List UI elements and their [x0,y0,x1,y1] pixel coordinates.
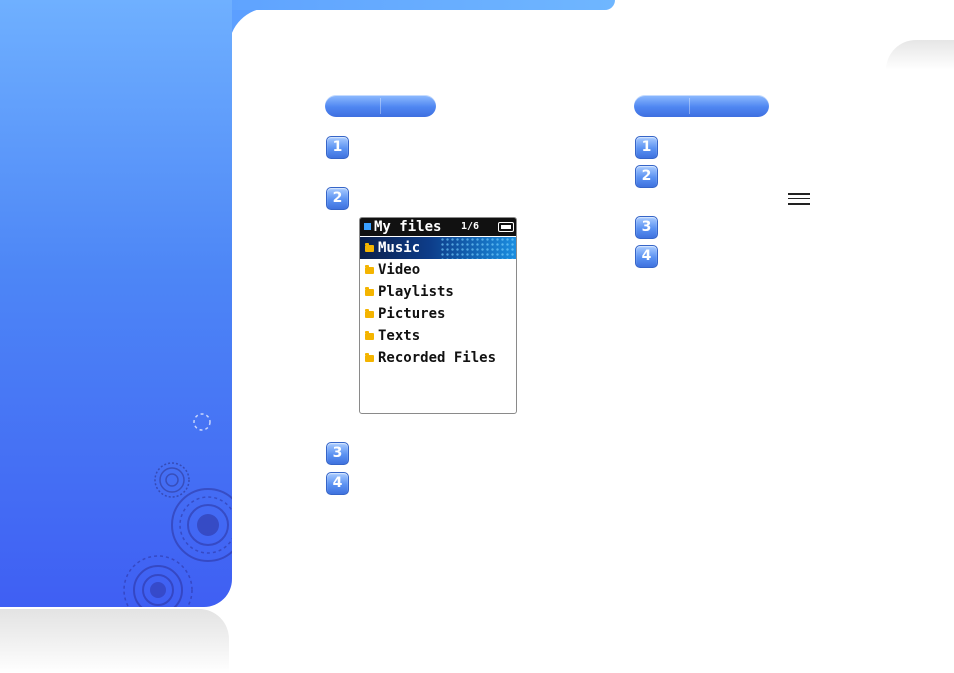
file-row-label: Music [378,240,421,256]
screen-title: My files [374,219,442,235]
menu-button-icon [788,193,810,205]
device-screen: My files 1/6 Music Video Playlists Pictu… [359,217,517,414]
step-badge-right-3: 3 [635,216,658,239]
folder-icon [365,287,374,296]
folder-icon [365,309,374,318]
right-page-tab [886,40,954,70]
header-square-icon [364,223,371,230]
step-badge-left-4: 4 [326,472,349,495]
sidebar-panel [0,0,232,607]
file-row-label: Recorded Files [378,350,497,366]
file-row-texts[interactable]: Texts [360,325,516,347]
file-row-label: Texts [378,328,421,344]
step-badge-left-3: 3 [326,442,349,465]
step-badge-right-4: 4 [635,245,658,268]
folder-icon [365,353,374,362]
section-pill-right [634,95,769,117]
step-badge-right-2: 2 [635,165,658,188]
section-pill-left [325,95,436,117]
highlight-pattern [440,237,516,259]
folder-icon [365,265,374,274]
folder-icon [365,243,374,252]
step-badge-left-1: 1 [326,136,349,159]
file-row-playlists[interactable]: Playlists [360,281,516,303]
circle-decoration-icon [123,413,232,607]
folder-icon [365,331,374,340]
file-row-label: Video [378,262,421,278]
file-row-pictures[interactable]: Pictures [360,303,516,325]
battery-icon [498,222,514,232]
screen-header: My files 1/6 [360,218,516,236]
file-row-music[interactable]: Music [360,237,516,259]
screen-item-count: 1/6 [461,221,480,232]
top-band [229,0,615,10]
file-row-label: Playlists [378,284,454,300]
file-row-video[interactable]: Video [360,259,516,281]
file-row-label: Pictures [378,306,446,322]
step-badge-right-1: 1 [635,136,658,159]
step-badge-left-2: 2 [326,187,349,210]
sidebar-footer [0,609,229,673]
file-row-recorded-files[interactable]: Recorded Files [360,347,516,369]
